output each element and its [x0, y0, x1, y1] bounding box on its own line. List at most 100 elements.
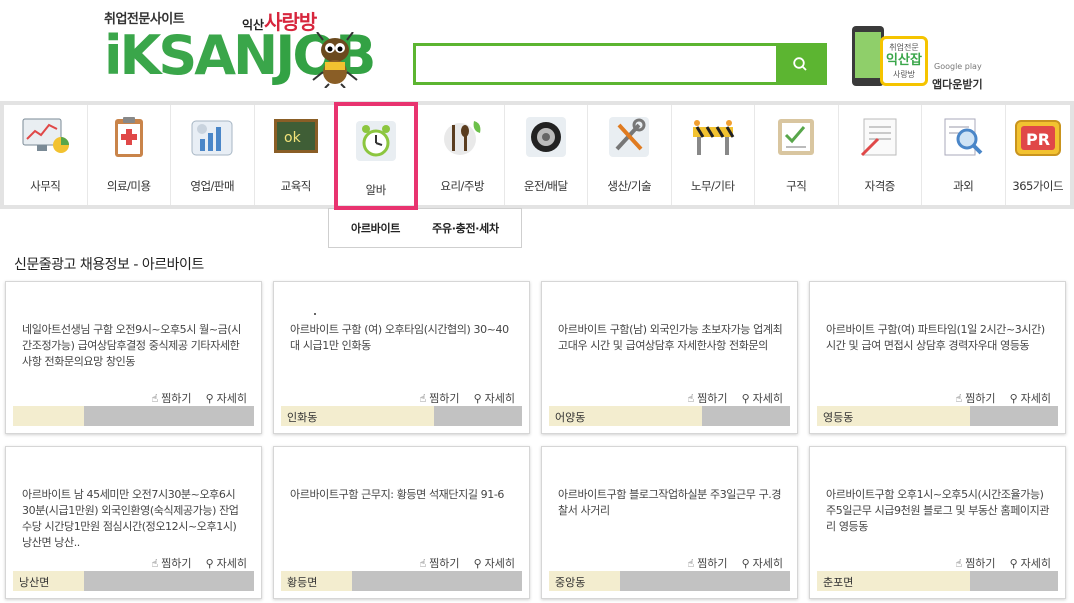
category-certificate[interactable]: 자격증 [839, 105, 922, 205]
category-labor[interactable]: 노무/기타 [672, 105, 755, 205]
job-description: 아르바이트 구함(여) 파트타임(1일 2시간~3시간) 시간 및 급여 면접시… [826, 323, 1045, 352]
category-cooking[interactable]: 요리/주방 [421, 105, 505, 205]
job-card[interactable]: 네일아트선생님 구함 오전9시~오후5시 월~금(시간조정가능) 급여상담후결정… [5, 281, 262, 434]
category-nav: 사무직 의료/미용 영업/판매 ok 교육직 알바 요리/주방 운전/배달 생산 [0, 101, 1074, 210]
category-tutoring[interactable]: 과외 [922, 105, 1006, 205]
category-education[interactable]: ok 교육직 [255, 105, 338, 205]
certificate-icon [860, 118, 897, 157]
fork-spoon-icon [444, 121, 481, 155]
detail-button[interactable]: ⚲ 자세히 [1010, 390, 1051, 406]
hand-pointer-icon: ☝ [687, 391, 695, 405]
person-search-icon: ⚲ [741, 391, 750, 405]
save-button[interactable]: ☝ 찜하기 [151, 555, 191, 571]
person-search-icon: ⚲ [205, 391, 214, 405]
card-footer: 인화동 [281, 406, 522, 426]
save-button[interactable]: ☝ 찜하기 [687, 555, 727, 571]
search-bar [413, 43, 827, 85]
category-driving[interactable]: 운전/배달 [505, 105, 588, 205]
sales-graph-icon [191, 120, 233, 156]
masked-contact [84, 406, 254, 426]
job-location: 춘포면 [823, 576, 854, 589]
save-button[interactable]: ☝ 찜하기 [419, 390, 459, 406]
search-button[interactable] [776, 46, 824, 82]
category-office[interactable]: 사무직 [4, 105, 88, 205]
job-description: 아르바이트 구함 (여) 오후타임(시간협의) 30~40대 시급1만 인화동 [290, 323, 509, 352]
card-footer: 영등동 [817, 406, 1058, 426]
detail-button[interactable]: ⚲ 자세히 [206, 390, 247, 406]
job-description: 아르바이트 구함(남) 외국인가능 초보자가능 업계최고대우 시간 및 급여상담… [558, 323, 783, 352]
save-button[interactable]: ☝ 찜하기 [687, 390, 727, 406]
job-location: 중앙동 [555, 576, 586, 589]
person-search-icon: ⚲ [473, 391, 482, 405]
masked-contact [620, 571, 790, 591]
job-card[interactable]: 아르바이트 구함 (여) 오후타임(시간협의) 30~40대 시급1만 인화동 … [273, 281, 530, 434]
hand-pointer-icon: ☝ [419, 391, 427, 405]
ant-mascot-icon [312, 32, 358, 88]
job-description: 아르바이트구함 근무지: 황등면 석재단지길 91-6 [290, 488, 505, 501]
hand-pointer-icon: ☝ [687, 556, 695, 570]
parttime-submenu: 아르바이트 주유·충전·세차 [328, 208, 522, 248]
detail-button[interactable]: ⚲ 자세히 [206, 555, 247, 571]
card-footer: 춘포면 [817, 571, 1058, 591]
job-card[interactable]: 아르바이트구함 근무지: 황등면 석재단지길 91-6 ☝ 찜하기 ⚲ 자세히 황등… [273, 446, 530, 599]
detail-button[interactable]: ⚲ 자세히 [474, 555, 515, 571]
job-description: 아르바이트 남 45세미만 오전7시30분~오후6시30분(시급1만원) 외국인… [22, 488, 239, 549]
app-badge: 취업전문 익산잡 사랑방 [880, 36, 928, 86]
person-search-icon: ⚲ [1009, 391, 1018, 405]
hand-pointer-icon: ☝ [955, 556, 963, 570]
card-footer [13, 406, 254, 426]
site-header: 취업전문사이트 익산사랑방 iKSANJOB 취업전문 익 [0, 0, 1074, 100]
job-location: 영등동 [823, 411, 854, 424]
category-sales[interactable]: 영업/판매 [171, 105, 255, 205]
person-search-icon: ⚲ [1009, 556, 1018, 570]
card-footer: 낭산면 [13, 571, 254, 591]
category-jobseeking[interactable]: 구직 [755, 105, 839, 205]
save-button[interactable]: ☝ 찜하기 [151, 390, 191, 406]
category-medical-beauty[interactable]: 의료/미용 [88, 105, 171, 205]
hand-pointer-icon: ☝ [955, 391, 963, 405]
job-card[interactable]: 아르바이트 구함(남) 외국인가능 초보자가능 업계최고대우 시간 및 급여상담… [541, 281, 798, 434]
decorative-dot [314, 313, 316, 315]
category-parttime[interactable]: 알바 [334, 102, 418, 210]
svg-text:ok: ok [284, 130, 302, 146]
monitor-chart-icon [22, 118, 70, 153]
detail-button[interactable]: ⚲ 자세히 [474, 390, 515, 406]
submenu-item-parttime[interactable]: 아르바이트 [329, 220, 400, 236]
person-search-icon: ⚲ [473, 556, 482, 570]
card-footer: 중앙동 [549, 571, 790, 591]
section-title: 신문줄광고 채용정보 - 아르바이트 [14, 257, 204, 273]
masked-contact [970, 571, 1058, 591]
barrier-icon [692, 120, 735, 155]
pr-tv-icon: PR [1014, 120, 1061, 156]
app-download-promo[interactable]: 취업전문 익산잡 사랑방 Google play 앱다운받기 [852, 26, 992, 92]
save-button[interactable]: ☝ 찜하기 [955, 555, 995, 571]
svg-text:PR: PR [1026, 130, 1050, 149]
detail-button[interactable]: ⚲ 자세히 [1010, 555, 1051, 571]
job-card[interactable]: 아르바이트구함 오후1시~오후5시(시간조율가능) 주5일근무 시급9천원 블로… [809, 446, 1066, 599]
hand-pointer-icon: ☝ [419, 556, 427, 570]
search-input[interactable] [416, 46, 778, 82]
search-icon [793, 57, 807, 71]
tools-icon [609, 117, 650, 157]
tire-icon [525, 117, 566, 157]
category-365guide[interactable]: PR 365가이드 [1006, 105, 1071, 205]
person-search-icon: ⚲ [741, 556, 750, 570]
job-card[interactable]: 아르바이트 남 45세미만 오전7시30분~오후6시30분(시급1만원) 외국인… [5, 446, 262, 599]
app-download-label: 앱다운받기 [932, 78, 983, 91]
site-logo[interactable]: 취업전문사이트 익산사랑방 iKSANJOB [104, 4, 376, 92]
job-card[interactable]: 아르바이트구함 블로그작업하실분 주3일근무 구.경찰서 사거리 ☝ 찜하기 ⚲ 자… [541, 446, 798, 599]
job-location: 낭산면 [19, 576, 50, 589]
category-production[interactable]: 생산/기술 [588, 105, 672, 205]
job-description: 아르바이트구함 블로그작업하실분 주3일근무 구.경찰서 사거리 [558, 488, 782, 517]
save-button[interactable]: ☝ 찜하기 [955, 390, 995, 406]
detail-button[interactable]: ⚲ 자세히 [742, 390, 783, 406]
card-footer: 황등면 [281, 571, 522, 591]
submenu-item-gas-wash[interactable]: 주유·충전·세차 [400, 220, 499, 236]
save-button[interactable]: ☝ 찜하기 [419, 555, 459, 571]
detail-button[interactable]: ⚲ 자세히 [742, 555, 783, 571]
masked-contact [352, 571, 522, 591]
job-description: 네일아트선생님 구함 오전9시~오후5시 월~금(시간조정가능) 급여상담후결정… [22, 323, 241, 368]
job-card[interactable]: 아르바이트 구함(여) 파트타임(1일 2시간~3시간) 시간 및 급여 면접시… [809, 281, 1066, 434]
card-footer: 어양동 [549, 406, 790, 426]
magnifier-document-icon [944, 118, 983, 156]
